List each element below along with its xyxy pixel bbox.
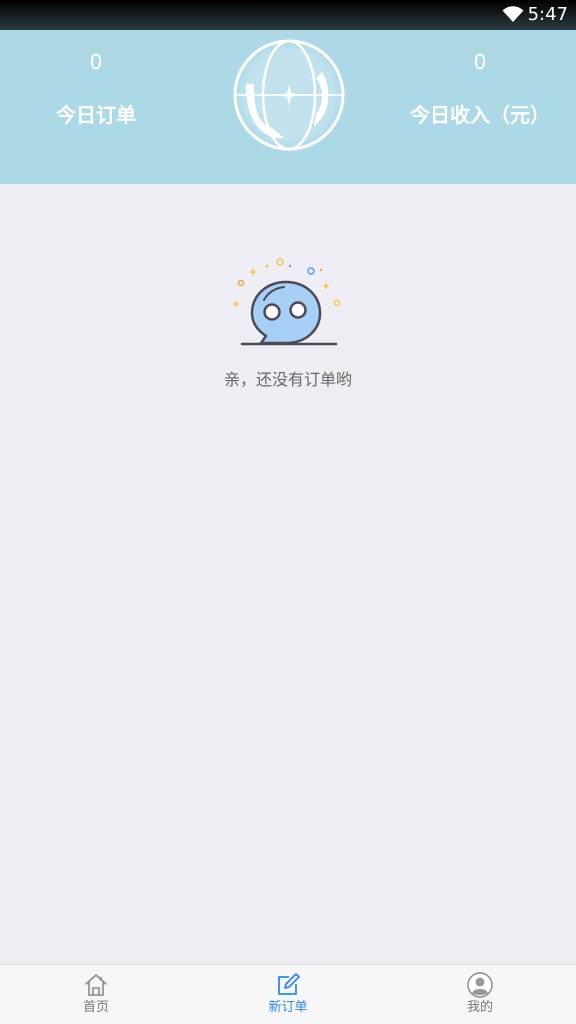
nav-item-mine[interactable]: 我的: [384, 965, 576, 1024]
nav-label-mine: 我的: [466, 1000, 493, 1015]
home-icon: [85, 974, 107, 996]
speech-bubble-face-icon: [232, 258, 341, 346]
today-orders-label: 今日订单: [56, 103, 136, 127]
status-bar: 5:47: [0, 0, 576, 30]
header-summary: 0 今日订单 0 今日收入（元）: [0, 30, 576, 184]
user-avatar-icon: [467, 972, 493, 998]
bottom-nav: 首页 新订单 我的: [0, 964, 576, 1024]
today-orders-value: 0: [89, 50, 103, 74]
nav-item-new-orders[interactable]: 新订单: [192, 965, 384, 1024]
nav-label-new-orders: 新订单: [268, 1000, 308, 1015]
wifi-icon: [502, 6, 524, 22]
today-income-value: 0: [473, 50, 487, 74]
empty-orders-message: 亲，还没有订单哟: [223, 370, 352, 389]
globe-logo: [226, 32, 352, 158]
today-income-label: 今日收入（元）: [410, 103, 550, 127]
nav-item-home[interactable]: 首页: [0, 965, 192, 1024]
nav-label-home: 首页: [82, 1000, 109, 1015]
status-time: 5:47: [527, 4, 568, 25]
app-screen: 5:47 0 今日订单 0 今日收入（元） 亲，还没有订单哟 首页 新订单 我的: [0, 0, 576, 1024]
edit-order-icon: [278, 973, 300, 995]
